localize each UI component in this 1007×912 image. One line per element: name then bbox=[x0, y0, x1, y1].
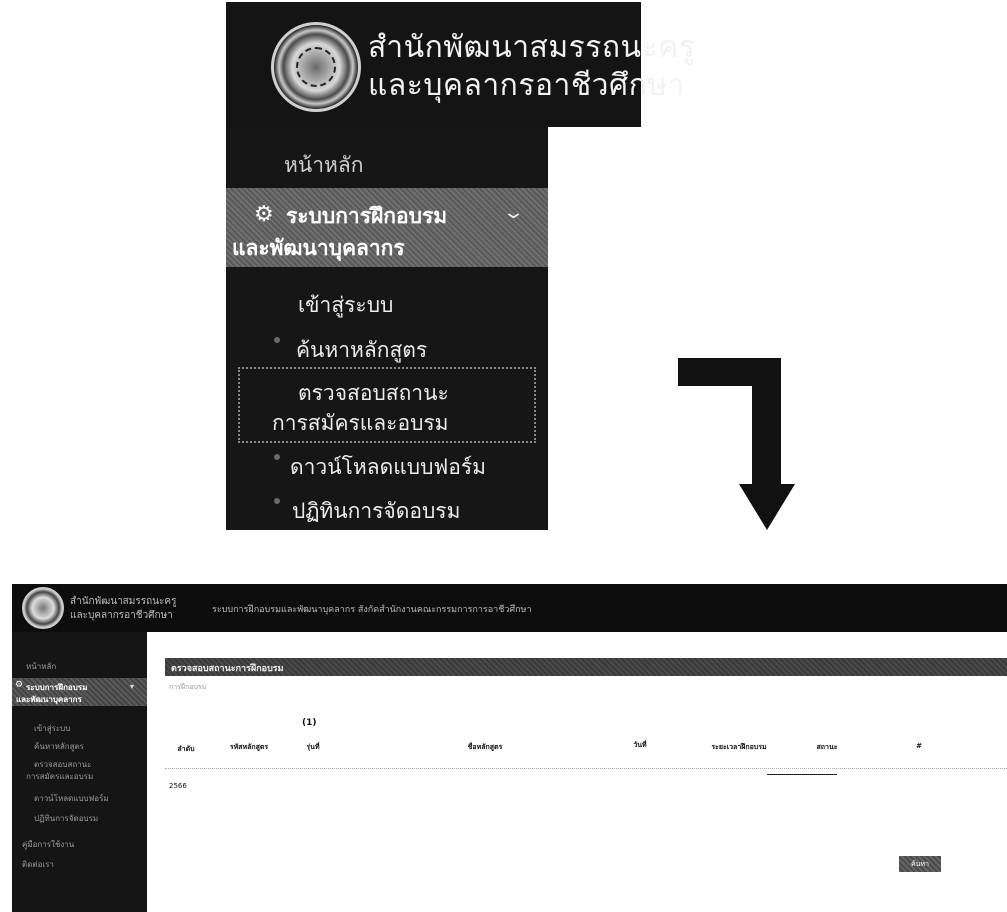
sidebar-item-status-line2[interactable]: การสมัครและอบรม bbox=[26, 770, 93, 783]
zoomed-menu-panel: สำนักพัฒนาสมรรถนะครู และบุคลากรอาชีวศึกษ… bbox=[226, 2, 695, 530]
column-header: ชื่อหลักสูตร bbox=[467, 743, 503, 751]
sidebar-item-login[interactable]: เข้าสู่ระบบ bbox=[34, 722, 70, 735]
sidebar-item-home[interactable]: หน้าหลัก bbox=[26, 660, 56, 673]
sidebar-item-download[interactable]: ดาวน์โหลดแบบฟอร์ม bbox=[34, 792, 109, 805]
submenu-login[interactable]: เข้าสู่ระบบ bbox=[298, 289, 393, 322]
org-name-line2: และบุคลากรอาชีวศึกษา bbox=[368, 68, 685, 103]
bullet-icon bbox=[274, 498, 280, 504]
submenu-download-forms[interactable]: ดาวน์โหลดแบบฟอร์ม bbox=[290, 451, 486, 484]
column-header: สถานะ bbox=[816, 743, 838, 751]
emblem-logo bbox=[271, 22, 361, 112]
submenu-search-course[interactable]: ค้นหาหลักสูตร bbox=[296, 334, 427, 367]
brand-line1: สำนักพัฒนาสมรรถนะครู bbox=[70, 596, 177, 607]
panel-title: ตรวจสอบสถานะการฝึกอบรม bbox=[171, 664, 284, 674]
bullet-icon bbox=[274, 337, 280, 343]
submenu-check-status[interactable]: ตรวจสอบสถานะ bbox=[298, 377, 449, 410]
column-header: รุ่นที่ bbox=[306, 743, 320, 751]
table-row bbox=[165, 768, 1007, 769]
menu-group-training[interactable]: ⚙ ระบบการฝึกอบรม และพัฒนาบุคลากร ⌄ bbox=[226, 188, 548, 267]
brand-line2: และบุคลากรอาชีวศึกษา bbox=[70, 610, 173, 621]
emblem-logo[interactable] bbox=[22, 587, 64, 629]
main-content: ตรวจสอบสถานะการฝึกอบรม การฝึกอบรม (1) ลำ… bbox=[147, 642, 1007, 912]
column-header: ระยะเวลาฝึกอบรม bbox=[711, 743, 767, 751]
sidebar-item-manual[interactable]: คู่มือการใช้งาน bbox=[22, 838, 74, 851]
table-header: ลำดับ รหัสหลักสูตร รุ่นที่ ชื่อหลักสูตร … bbox=[165, 736, 1007, 766]
column-header: # bbox=[916, 742, 922, 750]
column-header: รหัสหลักสูตร bbox=[229, 743, 269, 751]
table-cell: 2566 bbox=[169, 782, 187, 790]
column-header: วันที่ bbox=[633, 741, 647, 749]
column-header: ลำดับ bbox=[177, 745, 195, 753]
zoomed-sidebar-menu: หน้าหลัก ⚙ ระบบการฝึกอบรม และพัฒนาบุคลาก… bbox=[226, 127, 548, 530]
search-button[interactable]: ค้นหา bbox=[899, 856, 941, 872]
sidebar: หน้าหลัก ⚙ ระบบการฝึกอบรม และพัฒนาบุคลาก… bbox=[12, 632, 147, 912]
sidebar-item-calendar[interactable]: ปฏิทินการจัดอบรม bbox=[34, 812, 98, 825]
panel-header: ตรวจสอบสถานะการฝึกอบรม bbox=[165, 658, 1007, 676]
sidebar-item-training[interactable]: ⚙ ระบบการฝึกอบรม และพัฒนาบุคลากร ▾ bbox=[12, 678, 147, 706]
menu-group-label-line2: และพัฒนาบุคลากร bbox=[232, 236, 405, 260]
bullet-icon bbox=[274, 454, 280, 460]
submenu-check-status-line2[interactable]: การสมัครและอบรม bbox=[272, 407, 449, 440]
menu-group-label-line1: ระบบการฝึกอบรม bbox=[286, 204, 448, 228]
gear-icon: ⚙ bbox=[254, 202, 274, 227]
submenu-training-calendar[interactable]: ปฏิทินการจัดอบรม bbox=[292, 495, 460, 528]
gear-icon: ⚙ bbox=[15, 680, 24, 690]
sidebar-active-line2: และพัฒนาบุคลากร bbox=[16, 695, 82, 704]
panel-subtitle: การฝึกอบรม bbox=[169, 683, 207, 691]
chevron-down-icon[interactable]: ▾ bbox=[130, 682, 134, 691]
system-title: ระบบการฝึกอบรมและพัฒนาบุคลากร สังกัดสำนั… bbox=[212, 605, 532, 615]
full-page-screenshot: สำนักพัฒนาสมรรถนะครู และบุคลากรอาชีวศึกษ… bbox=[12, 584, 1007, 912]
sidebar-item-contact[interactable]: ติดต่อเรา bbox=[22, 858, 54, 871]
menu-item-home[interactable]: หน้าหลัก bbox=[284, 149, 363, 182]
chevron-down-icon[interactable]: ⌄ bbox=[502, 202, 525, 223]
sidebar-item-search[interactable]: ค้นหาหลักสูตร bbox=[34, 740, 84, 753]
top-bar: สำนักพัฒนาสมรรถนะครู และบุคลากรอาชีวศึกษ… bbox=[12, 584, 1007, 632]
zoomed-header: สำนักพัฒนาสมรรถนะครู และบุคลากรอาชีวศึกษ… bbox=[226, 2, 695, 127]
record-count: (1) bbox=[302, 718, 317, 728]
